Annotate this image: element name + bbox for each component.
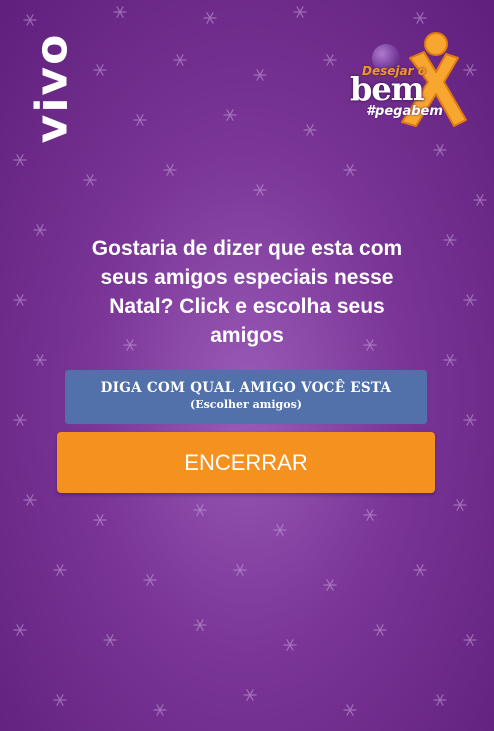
end-button[interactable]: ENCERRAR	[57, 432, 435, 493]
choose-friends-title: DIGA COM QUAL AMIGO VOCÊ ESTA	[100, 380, 392, 396]
vivo-logo-text: vivo	[26, 32, 78, 144]
vivo-logo: vivo	[22, 28, 82, 148]
prompt-message: Gostaria de dizer que esta com seus amig…	[91, 237, 403, 347]
choose-friends-button[interactable]: DIGA COM QUAL AMIGO VOCÊ ESTA (Escolher …	[65, 370, 427, 424]
campaign-big-text: bem	[350, 70, 425, 108]
campaign-hashtag: #pegabem	[366, 104, 443, 119]
choose-friends-subtitle: (Escolher amigos)	[190, 398, 302, 411]
